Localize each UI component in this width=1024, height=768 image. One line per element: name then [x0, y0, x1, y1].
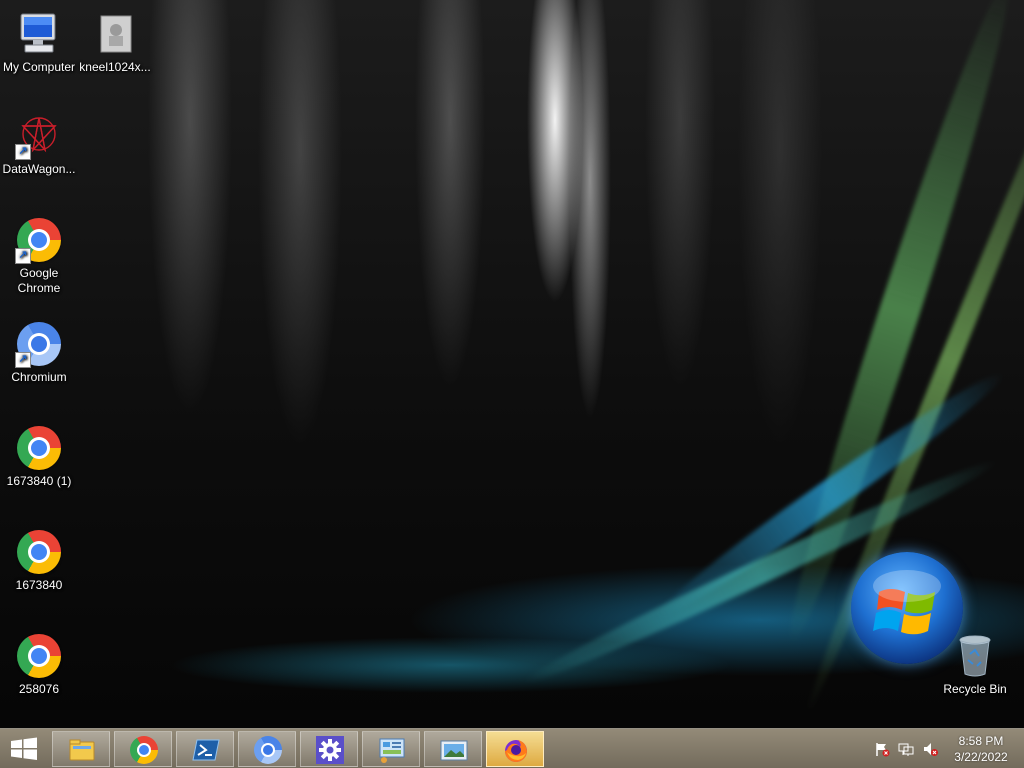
icon-label: 1673840 (1)	[6, 474, 72, 488]
start-button[interactable]	[0, 729, 48, 768]
image-file-icon	[100, 15, 132, 53]
taskbar-firefox[interactable]	[486, 731, 544, 767]
shortcut-arrow-icon: ↗	[15, 352, 31, 368]
chrome-icon	[17, 634, 61, 678]
icon-label: DataWagon...	[2, 162, 76, 176]
desktop-icon-google-chrome[interactable]: ↗ Google Chrome	[1, 216, 77, 296]
desktop-icon-datawagon[interactable]: ↗ DataWagon...	[1, 112, 77, 177]
desktop[interactable]: My Computer kneel1024x... ↗ DataWagon...	[0, 0, 1024, 768]
taskbar-control-panel[interactable]	[362, 731, 420, 767]
icon-label: Chromium	[11, 370, 67, 384]
shortcut-arrow-icon: ↗	[15, 248, 31, 264]
firefox-icon	[505, 740, 527, 762]
shortcut-arrow-icon: ↗	[15, 144, 31, 160]
desktop-icon-my-computer[interactable]: My Computer	[1, 10, 77, 75]
clock-time: 8:58 PM	[958, 734, 1004, 748]
system-tray: 8:58 PM 3/22/2022	[860, 729, 1024, 768]
taskbar-photo-viewer[interactable]	[424, 731, 482, 767]
file-explorer-icon	[69, 739, 95, 761]
icon-label: 258076	[18, 682, 60, 696]
chrome-icon	[130, 736, 158, 764]
powershell-icon	[192, 739, 220, 761]
my-computer-icon	[20, 13, 56, 53]
taskbar-settings[interactable]	[300, 731, 358, 767]
clock-date: 3/22/2022	[954, 750, 1008, 764]
desktop-icon-recycle-bin[interactable]: Recycle Bin	[937, 632, 1013, 697]
icon-label: Google Chrome	[17, 266, 61, 295]
desktop-icon-chromium[interactable]: ↗ Chromium	[1, 320, 77, 385]
chrome-icon	[17, 530, 61, 574]
taskbar-powershell[interactable]	[176, 731, 234, 767]
network-icon[interactable]	[898, 741, 914, 757]
taskbar: 8:58 PM 3/22/2022	[0, 728, 1024, 768]
taskbar-clock[interactable]: 8:58 PM 3/22/2022	[946, 733, 1016, 765]
icon-label: Recycle Bin	[943, 682, 1007, 696]
icon-label: My Computer	[2, 60, 76, 74]
action-center-flag-icon[interactable]	[874, 741, 890, 757]
windows-start-icon	[11, 737, 37, 760]
icon-label: 1673840	[15, 578, 63, 592]
chrome-icon	[17, 426, 61, 470]
icon-label: kneel1024x...	[79, 60, 151, 74]
photo-viewer-icon	[440, 740, 468, 761]
control-panel-icon	[379, 738, 405, 763]
desktop-icon-1673840-1[interactable]: 1673840 (1)	[1, 424, 77, 489]
volume-muted-icon[interactable]	[922, 741, 938, 757]
taskbar-chromium[interactable]	[238, 731, 296, 767]
chromium-icon	[254, 736, 282, 764]
taskbar-chrome[interactable]	[114, 731, 172, 767]
desktop-icon-1673840[interactable]: 1673840	[1, 528, 77, 593]
desktop-icon-258076[interactable]: 258076	[1, 632, 77, 697]
settings-gear-icon	[316, 736, 344, 764]
taskbar-file-explorer[interactable]	[52, 731, 110, 767]
recycle-bin-icon	[959, 635, 991, 677]
desktop-icon-kneel-image[interactable]: kneel1024x...	[77, 10, 153, 75]
